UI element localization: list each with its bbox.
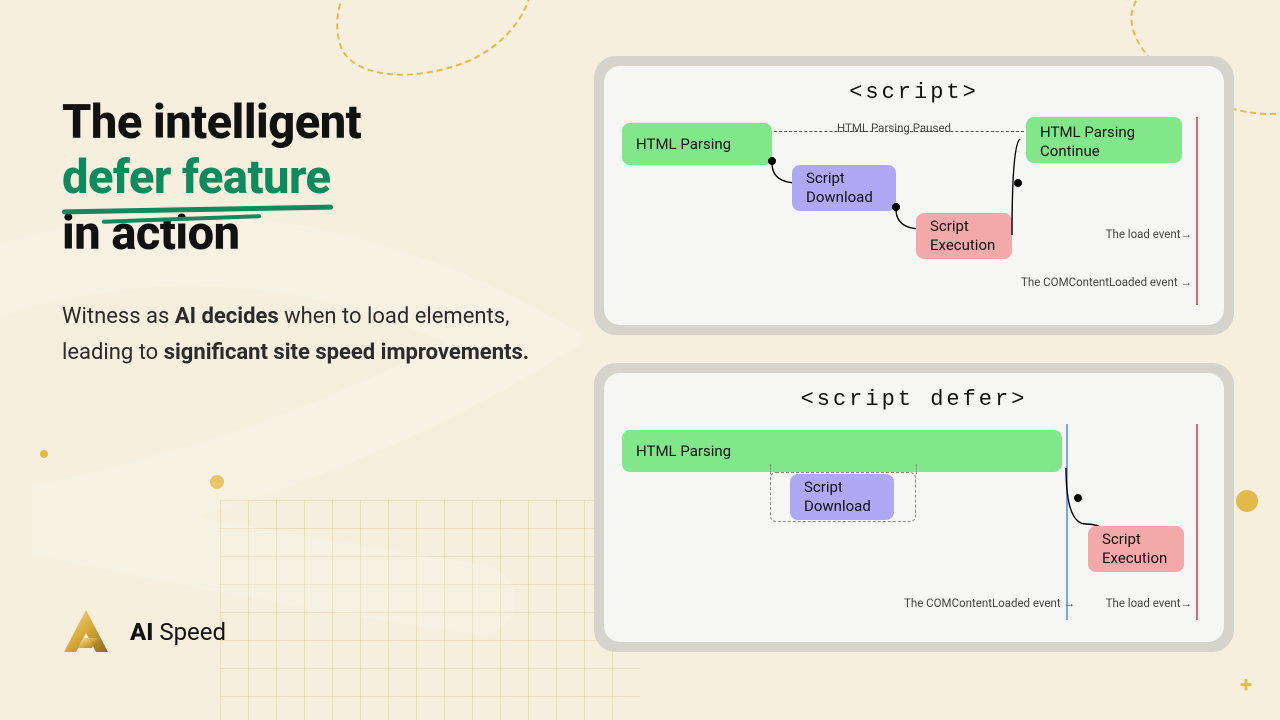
connector-node <box>1074 494 1082 502</box>
block-script-execution: Script Execution <box>916 213 1012 259</box>
paused-label: HTML Parsing Paused <box>837 121 951 135</box>
block-script-execution: Script Execution <box>1088 526 1184 572</box>
card-script: <script> HTML Parsing HTML Parsing Pause… <box>594 56 1234 335</box>
subtext: Witness as AI decides when to load eleme… <box>62 299 542 369</box>
dashed-connector <box>770 464 771 474</box>
card-script-defer: <script defer> HTML Parsing Script Downl… <box>594 363 1234 652</box>
block-html-parsing: HTML Parsing <box>622 123 772 165</box>
decor-dot <box>1236 490 1258 512</box>
card-title: <script> <box>622 80 1206 105</box>
diagram-cards: <script> HTML Parsing HTML Parsing Pause… <box>594 56 1234 652</box>
brand-name-bold: AI <box>130 618 153 646</box>
headline-line1: The intelligent <box>62 95 361 150</box>
decor-dot <box>210 475 224 489</box>
brand: AI Speed <box>62 608 226 656</box>
decor-dashed-oval <box>314 0 557 99</box>
connector-node <box>768 157 776 165</box>
hero-copy: The intelligent defer feature in action … <box>62 95 542 370</box>
block-html-continue: HTML Parsing Continue <box>1026 117 1182 163</box>
subtext-bold: AI decides <box>175 304 279 329</box>
subtext-part: Witness as <box>62 304 175 329</box>
brand-name: AI Speed <box>130 618 226 646</box>
dom-event-label: The COMContentLoaded event → <box>904 596 1075 610</box>
connector-node <box>1014 179 1022 187</box>
decor-grid <box>220 500 640 720</box>
diagram-script: HTML Parsing HTML Parsing Paused HTML Pa… <box>622 117 1206 307</box>
diagram-script-defer: HTML Parsing Script Download Script Exec… <box>622 424 1206 624</box>
load-event-label: The load event→ <box>1106 227 1192 241</box>
headline-line3: in action <box>62 206 240 261</box>
block-script-download: Script Download <box>790 474 894 520</box>
dom-event-line <box>1066 424 1068 620</box>
decor-dot <box>40 450 48 458</box>
load-event-label: The load event→ <box>1106 596 1192 610</box>
dashed-connector <box>916 464 917 474</box>
subtext-bold: significant site speed improvements. <box>164 340 529 365</box>
headline: The intelligent defer feature in action <box>62 95 542 261</box>
load-event-line <box>1196 117 1198 305</box>
block-script-download: Script Download <box>792 165 896 211</box>
load-event-line <box>1196 424 1198 620</box>
brand-name-rest: Speed <box>153 618 226 646</box>
headline-highlight: defer feature <box>62 150 331 205</box>
brand-logo-icon <box>62 608 110 656</box>
dom-event-label: The COMContentLoaded event → <box>1021 275 1192 289</box>
block-html-parsing: HTML Parsing <box>622 430 1062 472</box>
connector-node <box>892 203 900 211</box>
decor-plus-icon: + <box>1240 673 1252 698</box>
card-title: <script defer> <box>622 387 1206 412</box>
